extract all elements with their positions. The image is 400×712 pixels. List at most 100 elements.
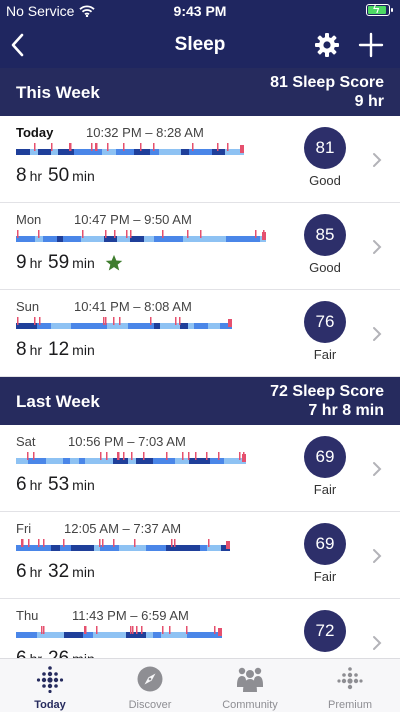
- sleep-duration: 6 hr 32 min: [16, 561, 98, 583]
- sleep-log-row[interactable]: Thu11:43 PM – 6:59 AM6hr26min72Fair: [0, 599, 400, 658]
- sleep-score-badge: 69: [304, 523, 346, 565]
- duration-minutes: 53: [48, 474, 70, 495]
- duration-minutes: 26: [48, 648, 69, 658]
- sleep-quality-label: Good: [309, 173, 341, 188]
- chevron-right-icon: [373, 240, 382, 254]
- duration-hours: 6: [16, 648, 27, 658]
- time-range: 11:43 PM – 6:59 AM: [72, 608, 189, 623]
- week-title: This Week: [16, 83, 100, 102]
- fitbit-dots-icon: [36, 666, 64, 693]
- duration-minutes: 12: [48, 339, 70, 360]
- sleep-log-row[interactable]: Sat 10:56 PM – 7:03 AM 6 hr 53 min 69 Fair: [0, 425, 400, 512]
- star-icon: [105, 254, 123, 271]
- sleep-stages-bar: [16, 452, 246, 464]
- duration-minutes: 50: [48, 165, 70, 186]
- clock: 9:43 PM: [173, 3, 227, 19]
- sleep-log-row[interactable]: Today 10:32 PM – 8:28 AM 8 hr 50 min 81 Good: [0, 116, 400, 203]
- day-label: Thu: [16, 608, 39, 623]
- sleep-quality-label: Fair: [313, 482, 337, 497]
- sleep-score-badge: 69: [304, 436, 346, 478]
- tab-label: Premium: [327, 699, 372, 711]
- sleep-duration: 8 hr 12 min: [16, 339, 98, 361]
- day-label: Sat: [16, 434, 36, 449]
- community-icon: [237, 667, 263, 692]
- tab-label: Discover: [128, 699, 172, 711]
- week-score-summary: 72 Sleep Score 7 hr 8 min: [270, 382, 384, 420]
- hours-unit: hr: [29, 168, 43, 184]
- duration-hours: 6: [16, 561, 27, 582]
- chevron-right-icon: [373, 462, 382, 476]
- sleep-stages-bar: [16, 626, 222, 638]
- sleep-duration: 8 hr 50 min: [16, 165, 98, 187]
- hours-unit: hr: [29, 342, 43, 358]
- sleep-log-row[interactable]: Sun 10:41 PM – 8:08 AM 8 hr 12 min 76 Fair: [0, 290, 400, 377]
- duration-minutes: 59: [48, 252, 70, 273]
- sleep-stages-bar: [16, 539, 230, 551]
- sleep-quality-label: Fair: [313, 347, 337, 362]
- week-sleep-score: 81 Sleep Score: [270, 74, 384, 91]
- minutes-unit: min: [72, 342, 95, 358]
- hours-unit: hr: [29, 477, 43, 493]
- day-label: Sun: [16, 299, 40, 314]
- chevron-right-icon: [373, 327, 382, 341]
- sleep-score-badge: 81: [304, 127, 346, 169]
- week-sleep-score: 72 Sleep Score: [270, 383, 384, 400]
- minutes-unit: min: [72, 651, 95, 658]
- week-header: Last Week 72 Sleep Score 7 hr 8 min: [0, 377, 400, 425]
- time-range: 10:32 PM – 8:28 AM: [86, 125, 204, 140]
- duration-hours: 6: [16, 474, 27, 495]
- tab-label: Community: [222, 699, 278, 711]
- add-icon[interactable]: [358, 32, 384, 58]
- status-bar: No Service 9:43 PM ϟ: [0, 0, 400, 22]
- battery-icon: ϟ: [366, 2, 393, 16]
- hours-unit: hr: [30, 651, 42, 658]
- gear-icon[interactable]: [313, 31, 341, 59]
- time-range: 10:47 PM – 9:50 AM: [74, 212, 192, 227]
- chevron-right-icon: [373, 549, 382, 563]
- sleep-duration: 6 hr 53 min: [16, 474, 98, 496]
- minutes-unit: min: [72, 564, 95, 580]
- week-average-duration: 7 hr 8 min: [308, 402, 384, 419]
- minutes-unit: min: [72, 477, 95, 493]
- minutes-unit: min: [72, 255, 95, 271]
- sleep-score-badge: 72: [304, 610, 346, 652]
- sleep-log-row[interactable]: Mon 10:47 PM – 9:50 AM 9 hr 59 min 85 Good: [0, 203, 400, 290]
- sleep-stages-bar: [16, 317, 232, 329]
- premium-dots-icon: [337, 667, 363, 690]
- compass-icon: [137, 666, 163, 692]
- hours-unit: hr: [29, 564, 43, 580]
- week-header: This Week 81 Sleep Score 9 hr: [0, 68, 400, 116]
- sleep-quality-label: Good: [309, 260, 341, 275]
- duration-minutes: 32: [48, 561, 70, 582]
- time-range: 12:05 AM – 7:37 AM: [64, 521, 182, 536]
- tab-discover[interactable]: Discover: [100, 659, 200, 712]
- sleep-log-list[interactable]: This Week 81 Sleep Score 9 hr Today 10:32 PM…: [0, 68, 400, 658]
- tab-label: Today: [34, 699, 66, 711]
- week-average-duration: 9 hr: [354, 93, 384, 110]
- day-label: Today: [16, 125, 54, 140]
- duration-hours: 9: [16, 252, 27, 273]
- minutes-unit: min: [72, 168, 95, 184]
- time-range: 10:56 PM – 7:03 AM: [68, 434, 186, 449]
- hours-unit: hr: [29, 255, 43, 271]
- tab-today[interactable]: Today: [0, 659, 100, 712]
- sleep-score-badge: 76: [304, 301, 346, 343]
- tab-premium[interactable]: Premium: [300, 659, 400, 712]
- chevron-right-icon: [373, 636, 382, 650]
- sleep-stages-bar: [16, 230, 266, 242]
- tab-community[interactable]: Community: [200, 659, 300, 712]
- day-label: Mon: [16, 212, 42, 227]
- day-label: Fri: [16, 521, 32, 536]
- sleep-quality-label: Fair: [313, 569, 337, 584]
- chevron-right-icon: [373, 153, 382, 167]
- week-title: Last Week: [16, 392, 100, 411]
- duration-hours: 8: [16, 339, 27, 360]
- tab-bar: Today Discover Community Premium: [0, 658, 400, 712]
- sleep-log-row[interactable]: Fri 12:05 AM – 7:37 AM 6 hr 32 min 69 Fair: [0, 512, 400, 599]
- sleep-duration: 6hr 26min: [16, 648, 98, 658]
- time-range: 10:41 PM – 8:08 AM: [74, 299, 192, 314]
- duration-hours: 8: [16, 165, 27, 186]
- sleep-stages-bar: [16, 143, 244, 155]
- sleep-score-badge: 85: [304, 214, 346, 256]
- nav-bar: Sleep: [0, 22, 400, 68]
